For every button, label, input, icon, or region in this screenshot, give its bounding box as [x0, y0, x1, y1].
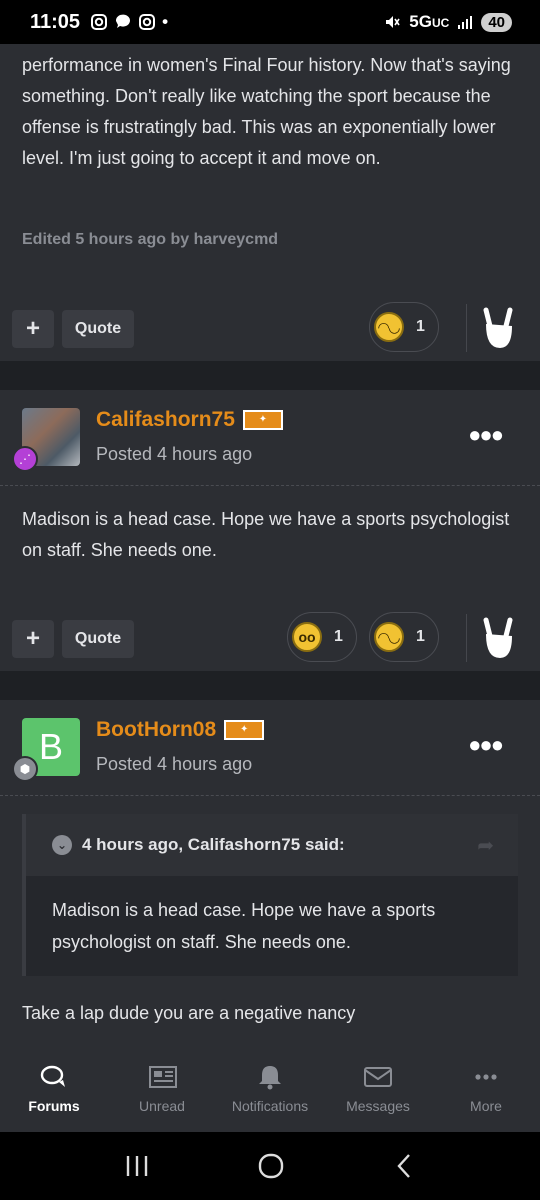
more-dots-icon: [475, 1074, 497, 1080]
nav-forums[interactable]: Forums: [0, 1046, 108, 1132]
nav-more[interactable]: More: [432, 1046, 540, 1132]
chevron-down-icon[interactable]: ⌄: [52, 835, 72, 855]
mute-icon: [386, 16, 400, 28]
post-content: performance in women's Final Four histor…: [22, 55, 511, 168]
reaction-count: 1: [416, 628, 425, 645]
post-card: performance in women's Final Four histor…: [0, 44, 540, 361]
post-separator: [0, 671, 540, 700]
post-card: B ⬢ BootHorn08 ✦ Posted 4 hours ago ●●● ⌄…: [0, 700, 540, 1046]
battery-indicator: 40: [481, 12, 512, 32]
nav-label: More: [470, 1098, 502, 1114]
post-content: Take a lap dude you are a negative nancy: [22, 1003, 356, 1023]
quote-citation: 4 hours ago, Califashorn75 said:: [82, 835, 345, 854]
signal-icon: [458, 16, 473, 29]
more-options-icon[interactable]: ●●●: [468, 732, 504, 758]
reaction-count: 1: [416, 318, 425, 335]
go-to-quote-icon[interactable]: ➦: [477, 833, 494, 858]
worried-face-icon: ◠◡: [374, 312, 404, 342]
reaction-pill[interactable]: ◠◡ 1: [369, 612, 439, 662]
network-label: 5GUC: [409, 12, 450, 31]
username[interactable]: Califashorn75 ✦: [96, 408, 283, 432]
newspaper-icon: [149, 1066, 177, 1088]
nav-messages[interactable]: Messages: [324, 1046, 432, 1132]
reaction-pill[interactable]: oo 1: [287, 612, 357, 662]
post-header: ⋰ Califashorn75 ✦ Posted 4 hours ago ●●●: [0, 390, 540, 486]
post-separator: [0, 361, 540, 390]
quote-content: Madison is a head case. Hope we have a s…: [52, 900, 436, 952]
reaction-count: 1: [334, 628, 343, 645]
edited-note: Edited 5 hours ago by harveycmd: [22, 231, 279, 248]
reaction-pill[interactable]: ◠◡ 1: [369, 302, 439, 352]
bell-icon: [259, 1066, 281, 1090]
home-icon[interactable]: [257, 1152, 285, 1180]
texas-flag-icon: ✦: [224, 720, 265, 741]
post-card: ⋰ Califashorn75 ✦ Posted 4 hours ago ●●● …: [0, 390, 540, 671]
post-content: Madison is a head case. Hope we have a s…: [22, 509, 510, 560]
quote-button[interactable]: Quote: [62, 310, 134, 348]
hook-em-react-icon[interactable]: [478, 614, 518, 662]
worried-face-icon: ◠◡: [374, 622, 404, 652]
recent-apps-icon[interactable]: [124, 1154, 150, 1178]
nav-notifications[interactable]: Notifications: [216, 1046, 324, 1132]
chat-icon: [116, 14, 131, 28]
back-icon[interactable]: [392, 1152, 416, 1180]
forums-icon: [40, 1065, 65, 1087]
more-options-icon[interactable]: ●●●: [468, 422, 504, 448]
add-button[interactable]: +: [12, 620, 54, 658]
bottom-nav: Forums Unread Notifications Messages Mor…: [0, 1046, 540, 1132]
posted-time: Posted 4 hours ago: [96, 444, 253, 464]
nav-label: Notifications: [231, 1098, 309, 1114]
confused-face-icon: oo: [292, 622, 322, 652]
nav-label: Unread: [139, 1098, 185, 1114]
posted-time: Posted 4 hours ago: [96, 754, 253, 774]
instagram-icon: [91, 14, 108, 30]
quote-block: ⌄ 4 hours ago, Califashorn75 said: ➦ Mad…: [22, 814, 518, 976]
nav-label: Forums: [28, 1098, 80, 1114]
quote-button[interactable]: Quote: [62, 620, 134, 658]
dot-icon: •: [162, 12, 169, 31]
envelope-icon: [364, 1067, 392, 1087]
quote-header[interactable]: ⌄ 4 hours ago, Califashorn75 said: ➦: [26, 814, 518, 876]
nav-unread[interactable]: Unread: [108, 1046, 216, 1132]
hook-em-react-icon[interactable]: [478, 304, 518, 352]
divider: [466, 614, 467, 662]
system-nav-bar: [0, 1132, 540, 1200]
texas-flag-icon: ✦: [242, 410, 283, 431]
post-header: B ⬢ BootHorn08 ✦ Posted 4 hours ago ●●●: [0, 700, 540, 796]
rank-badge-icon: ⬢: [12, 756, 38, 782]
share-badge-icon: ⋰: [12, 446, 38, 472]
status-bar: 11:05 • 5GUC 40: [0, 0, 540, 44]
divider: [466, 304, 467, 352]
username[interactable]: BootHorn08 ✦: [96, 718, 265, 742]
status-time: 11:05: [30, 10, 81, 33]
notification-icons: •: [90, 12, 168, 32]
instagram-icon: [139, 14, 156, 30]
nav-label: Messages: [346, 1098, 410, 1114]
add-button[interactable]: +: [12, 310, 54, 348]
